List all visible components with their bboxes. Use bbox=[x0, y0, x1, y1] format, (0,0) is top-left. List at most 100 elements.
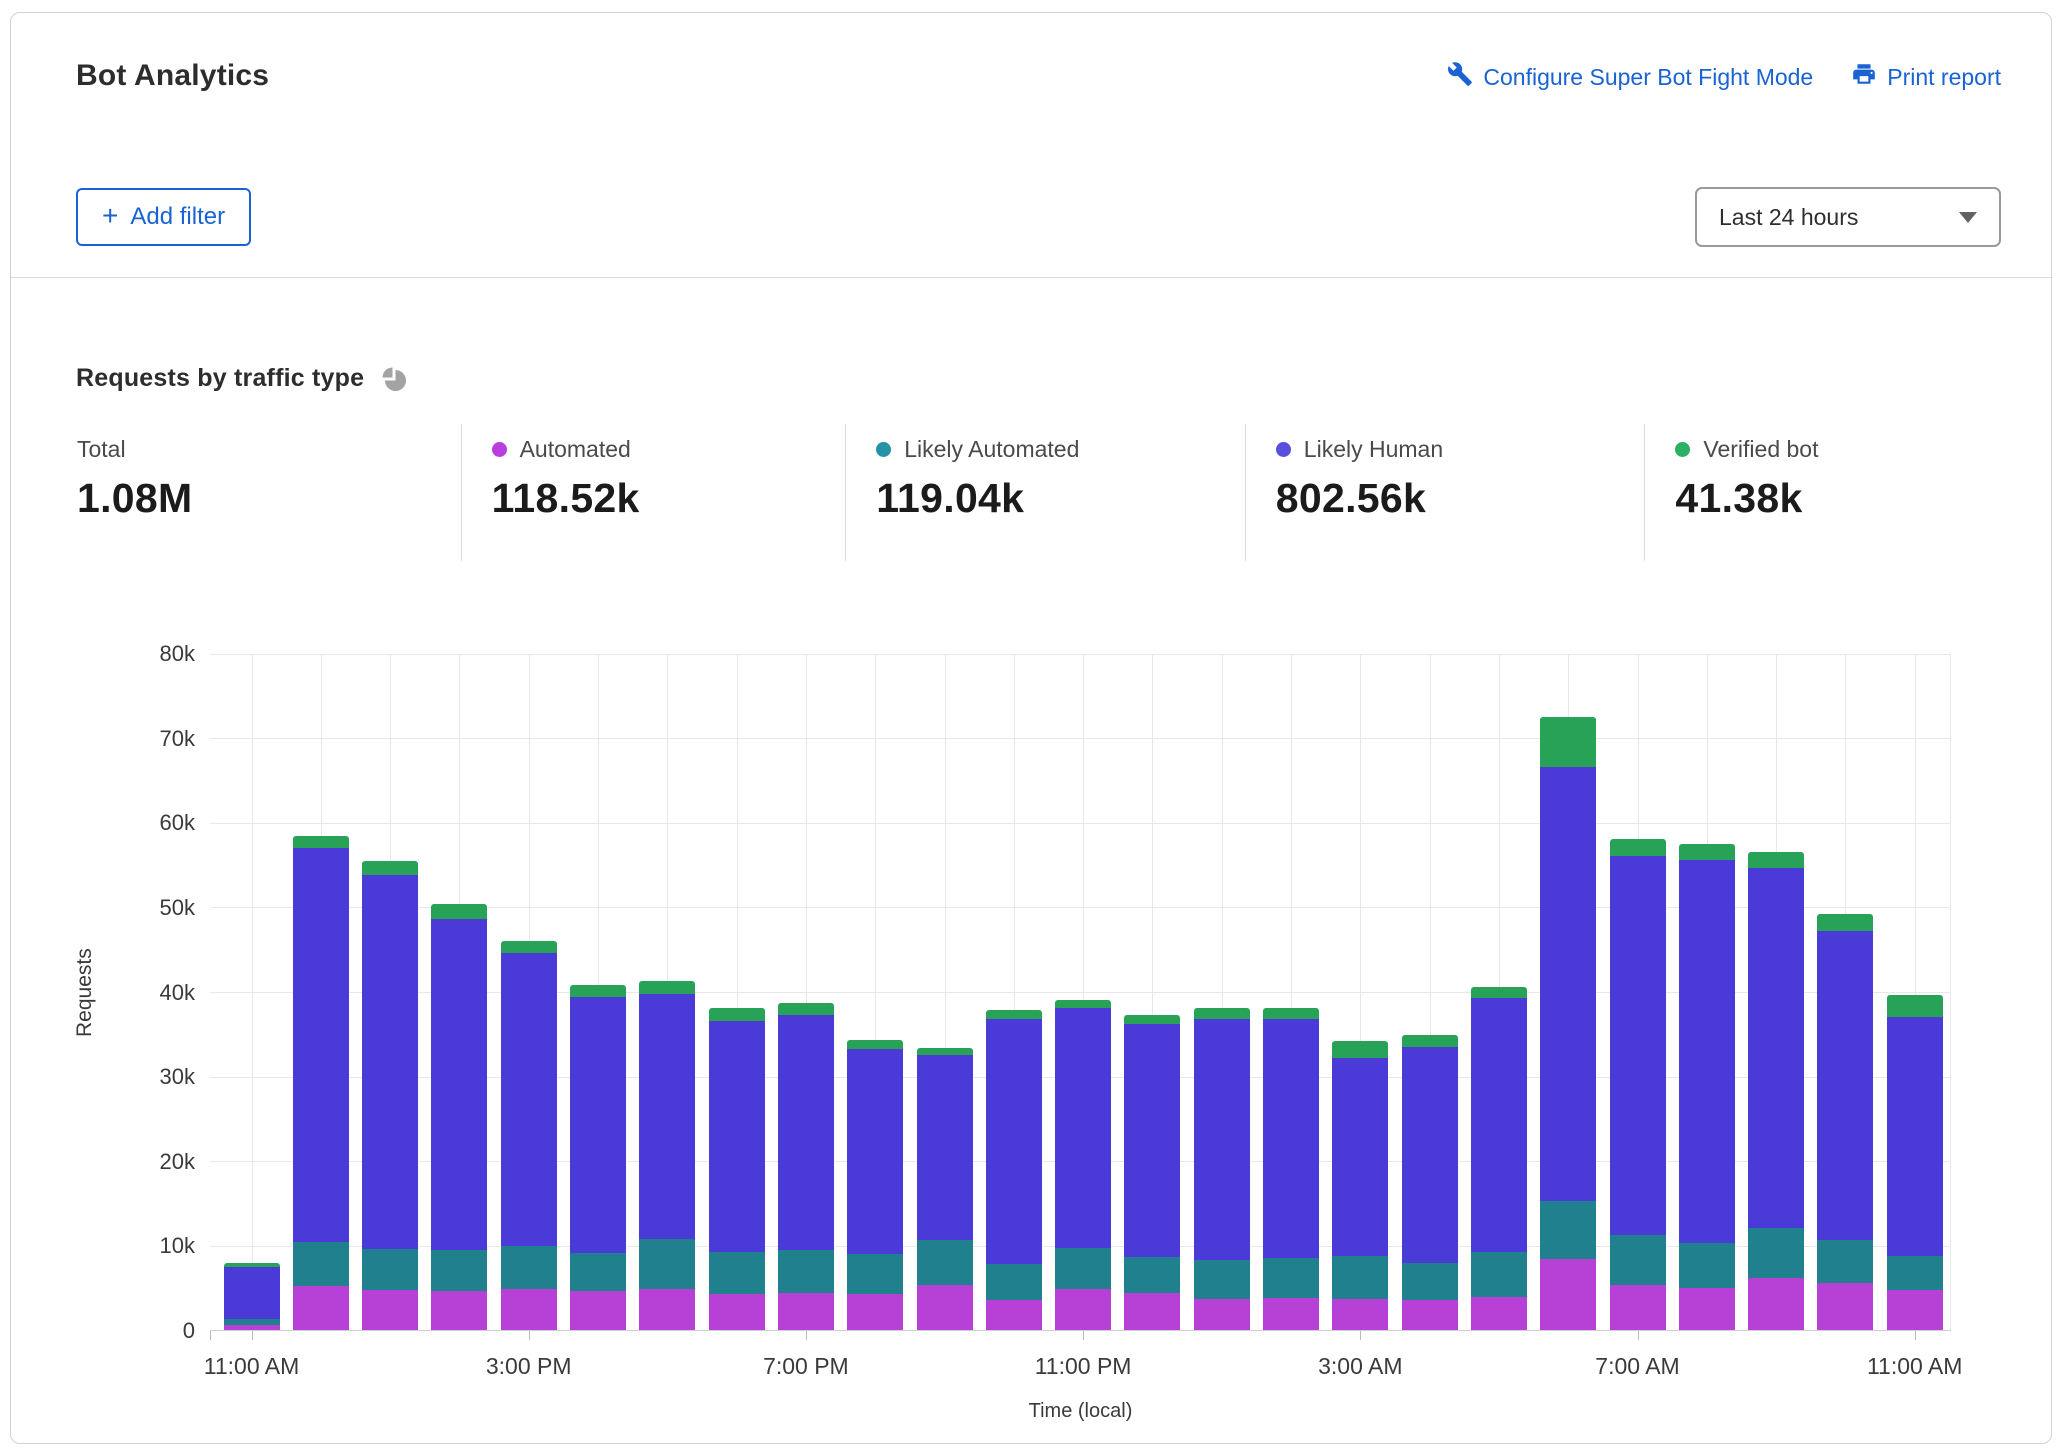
likely-human-dot bbox=[1276, 442, 1291, 457]
bar-segment-verified-bot bbox=[1887, 995, 1943, 1017]
chart-bar-7[interactable] bbox=[709, 1008, 765, 1330]
bar-segment-likely-human bbox=[1540, 767, 1596, 1201]
bar-segment-likely-automated bbox=[778, 1250, 834, 1292]
chart-bar-5[interactable] bbox=[570, 985, 626, 1330]
bar-segment-likely-automated bbox=[1124, 1257, 1180, 1293]
x-tick-label: 3:00 PM bbox=[486, 1353, 572, 1380]
bar-segment-likely-human bbox=[1471, 998, 1527, 1252]
x-tick-label: 7:00 PM bbox=[763, 1353, 849, 1380]
bar-segment-likely-automated bbox=[917, 1240, 973, 1285]
stat-value: 118.52k bbox=[492, 475, 846, 522]
stat-likely-human: Likely Human 802.56k bbox=[1245, 424, 1645, 561]
chart-bar-11[interactable] bbox=[986, 1010, 1042, 1330]
chart-bar-9[interactable] bbox=[847, 1040, 903, 1330]
x-axis-title: Time (local) bbox=[210, 1400, 1951, 1423]
bar-segment-automated bbox=[1332, 1299, 1388, 1330]
stat-value: 41.38k bbox=[1675, 475, 2051, 522]
bar-segment-verified-bot bbox=[1124, 1015, 1180, 1023]
chart-bar-19[interactable] bbox=[1540, 717, 1596, 1330]
card-header: Bot Analytics Configure Super Bot Fight … bbox=[11, 13, 2051, 278]
requests-chart: Requests Time (local) 010k20k30k40k50k60… bbox=[11, 654, 2053, 1444]
bar-segment-verified-bot bbox=[570, 985, 626, 997]
bar-segment-verified-bot bbox=[917, 1048, 973, 1055]
chart-bar-3[interactable] bbox=[431, 904, 487, 1330]
bar-segment-verified-bot bbox=[1610, 839, 1666, 856]
bar-segment-likely-human bbox=[1817, 931, 1873, 1240]
bar-segment-likely-human bbox=[1679, 860, 1735, 1243]
bar-segment-likely-automated bbox=[1194, 1260, 1250, 1299]
configure-link-label: Configure Super Bot Fight Mode bbox=[1483, 64, 1813, 91]
bar-segment-verified-bot bbox=[1679, 844, 1735, 860]
y-tick-label: 80k bbox=[115, 640, 195, 668]
chart-bar-4[interactable] bbox=[501, 941, 557, 1330]
bar-segment-likely-human bbox=[778, 1015, 834, 1250]
bar-segment-likely-automated bbox=[847, 1254, 903, 1295]
x-tick-mark bbox=[252, 1331, 253, 1340]
bar-segment-verified-bot bbox=[1817, 914, 1873, 932]
chart-bar-23[interactable] bbox=[1817, 914, 1873, 1330]
bar-segment-verified-bot bbox=[362, 861, 418, 875]
stat-label: Verified bot bbox=[1703, 436, 1818, 463]
bar-segment-automated bbox=[570, 1291, 626, 1330]
bar-segment-likely-automated bbox=[1055, 1248, 1111, 1289]
bar-segment-automated bbox=[1471, 1297, 1527, 1330]
section-title: Requests by traffic type bbox=[76, 364, 364, 393]
x-tick-mark bbox=[1638, 1331, 1639, 1340]
chart-bar-10[interactable] bbox=[917, 1048, 973, 1330]
chart-bar-2[interactable] bbox=[362, 861, 418, 1330]
chart-bar-15[interactable] bbox=[1263, 1008, 1319, 1330]
bar-segment-likely-human bbox=[1610, 856, 1666, 1235]
bar-segment-automated bbox=[1402, 1300, 1458, 1330]
time-range-select[interactable]: Last 24 hours bbox=[1695, 187, 2001, 247]
bar-segment-likely-human bbox=[1263, 1019, 1319, 1258]
bar-segment-verified-bot bbox=[431, 904, 487, 919]
y-axis-title: Requests bbox=[73, 654, 97, 1331]
chart-bar-20[interactable] bbox=[1610, 839, 1666, 1330]
chart-bar-24[interactable] bbox=[1887, 995, 1943, 1330]
y-tick-label: 50k bbox=[115, 894, 195, 922]
bar-segment-automated bbox=[1679, 1288, 1735, 1330]
configure-super-bot-fight-mode-link[interactable]: Configure Super Bot Fight Mode bbox=[1447, 61, 1813, 93]
bar-segment-likely-human bbox=[362, 875, 418, 1249]
likely-automated-dot bbox=[876, 442, 891, 457]
chart-bar-13[interactable] bbox=[1124, 1015, 1180, 1330]
printer-icon bbox=[1851, 61, 1877, 93]
chart-bar-6[interactable] bbox=[639, 981, 695, 1330]
chart-bar-21[interactable] bbox=[1679, 844, 1735, 1330]
bar-segment-likely-human bbox=[293, 848, 349, 1242]
bar-segment-automated bbox=[1055, 1289, 1111, 1330]
print-report-link[interactable]: Print report bbox=[1851, 61, 2001, 93]
chart-bar-17[interactable] bbox=[1402, 1035, 1458, 1330]
bar-segment-likely-automated bbox=[639, 1239, 695, 1288]
bar-segment-likely-automated bbox=[1540, 1201, 1596, 1259]
chart-bar-18[interactable] bbox=[1471, 987, 1527, 1330]
add-filter-button[interactable]: + Add filter bbox=[76, 188, 251, 246]
bar-segment-automated bbox=[847, 1294, 903, 1330]
bar-segment-likely-human bbox=[1124, 1024, 1180, 1258]
chart-bar-14[interactable] bbox=[1194, 1008, 1250, 1330]
bar-segment-automated bbox=[1124, 1293, 1180, 1330]
bar-segment-automated bbox=[1263, 1298, 1319, 1330]
chart-bar-8[interactable] bbox=[778, 1003, 834, 1330]
y-tick-label: 10k bbox=[115, 1232, 195, 1260]
stats-row: Total 1.08M Automated 118.52k Likely Aut… bbox=[11, 424, 2051, 561]
chevron-down-icon bbox=[1959, 212, 1977, 223]
chart-bar-16[interactable] bbox=[1332, 1041, 1388, 1330]
chart-bar-1[interactable] bbox=[293, 836, 349, 1330]
x-tick-mark bbox=[806, 1331, 807, 1340]
plot-area bbox=[210, 654, 1951, 1331]
bar-segment-likely-automated bbox=[709, 1252, 765, 1294]
v-gridline bbox=[252, 654, 253, 1330]
bar-segment-automated bbox=[431, 1291, 487, 1330]
bar-segment-automated bbox=[501, 1289, 557, 1330]
bar-segment-likely-human bbox=[1332, 1058, 1388, 1257]
automated-dot bbox=[492, 442, 507, 457]
chart-bar-22[interactable] bbox=[1748, 852, 1804, 1330]
bar-segment-likely-automated bbox=[501, 1246, 557, 1288]
bar-segment-verified-bot bbox=[709, 1008, 765, 1021]
bar-segment-verified-bot bbox=[1540, 717, 1596, 767]
chart-bar-12[interactable] bbox=[1055, 1000, 1111, 1330]
chart-bar-0[interactable] bbox=[224, 1263, 280, 1330]
bar-segment-verified-bot bbox=[293, 836, 349, 848]
bar-segment-likely-automated bbox=[1748, 1228, 1804, 1279]
